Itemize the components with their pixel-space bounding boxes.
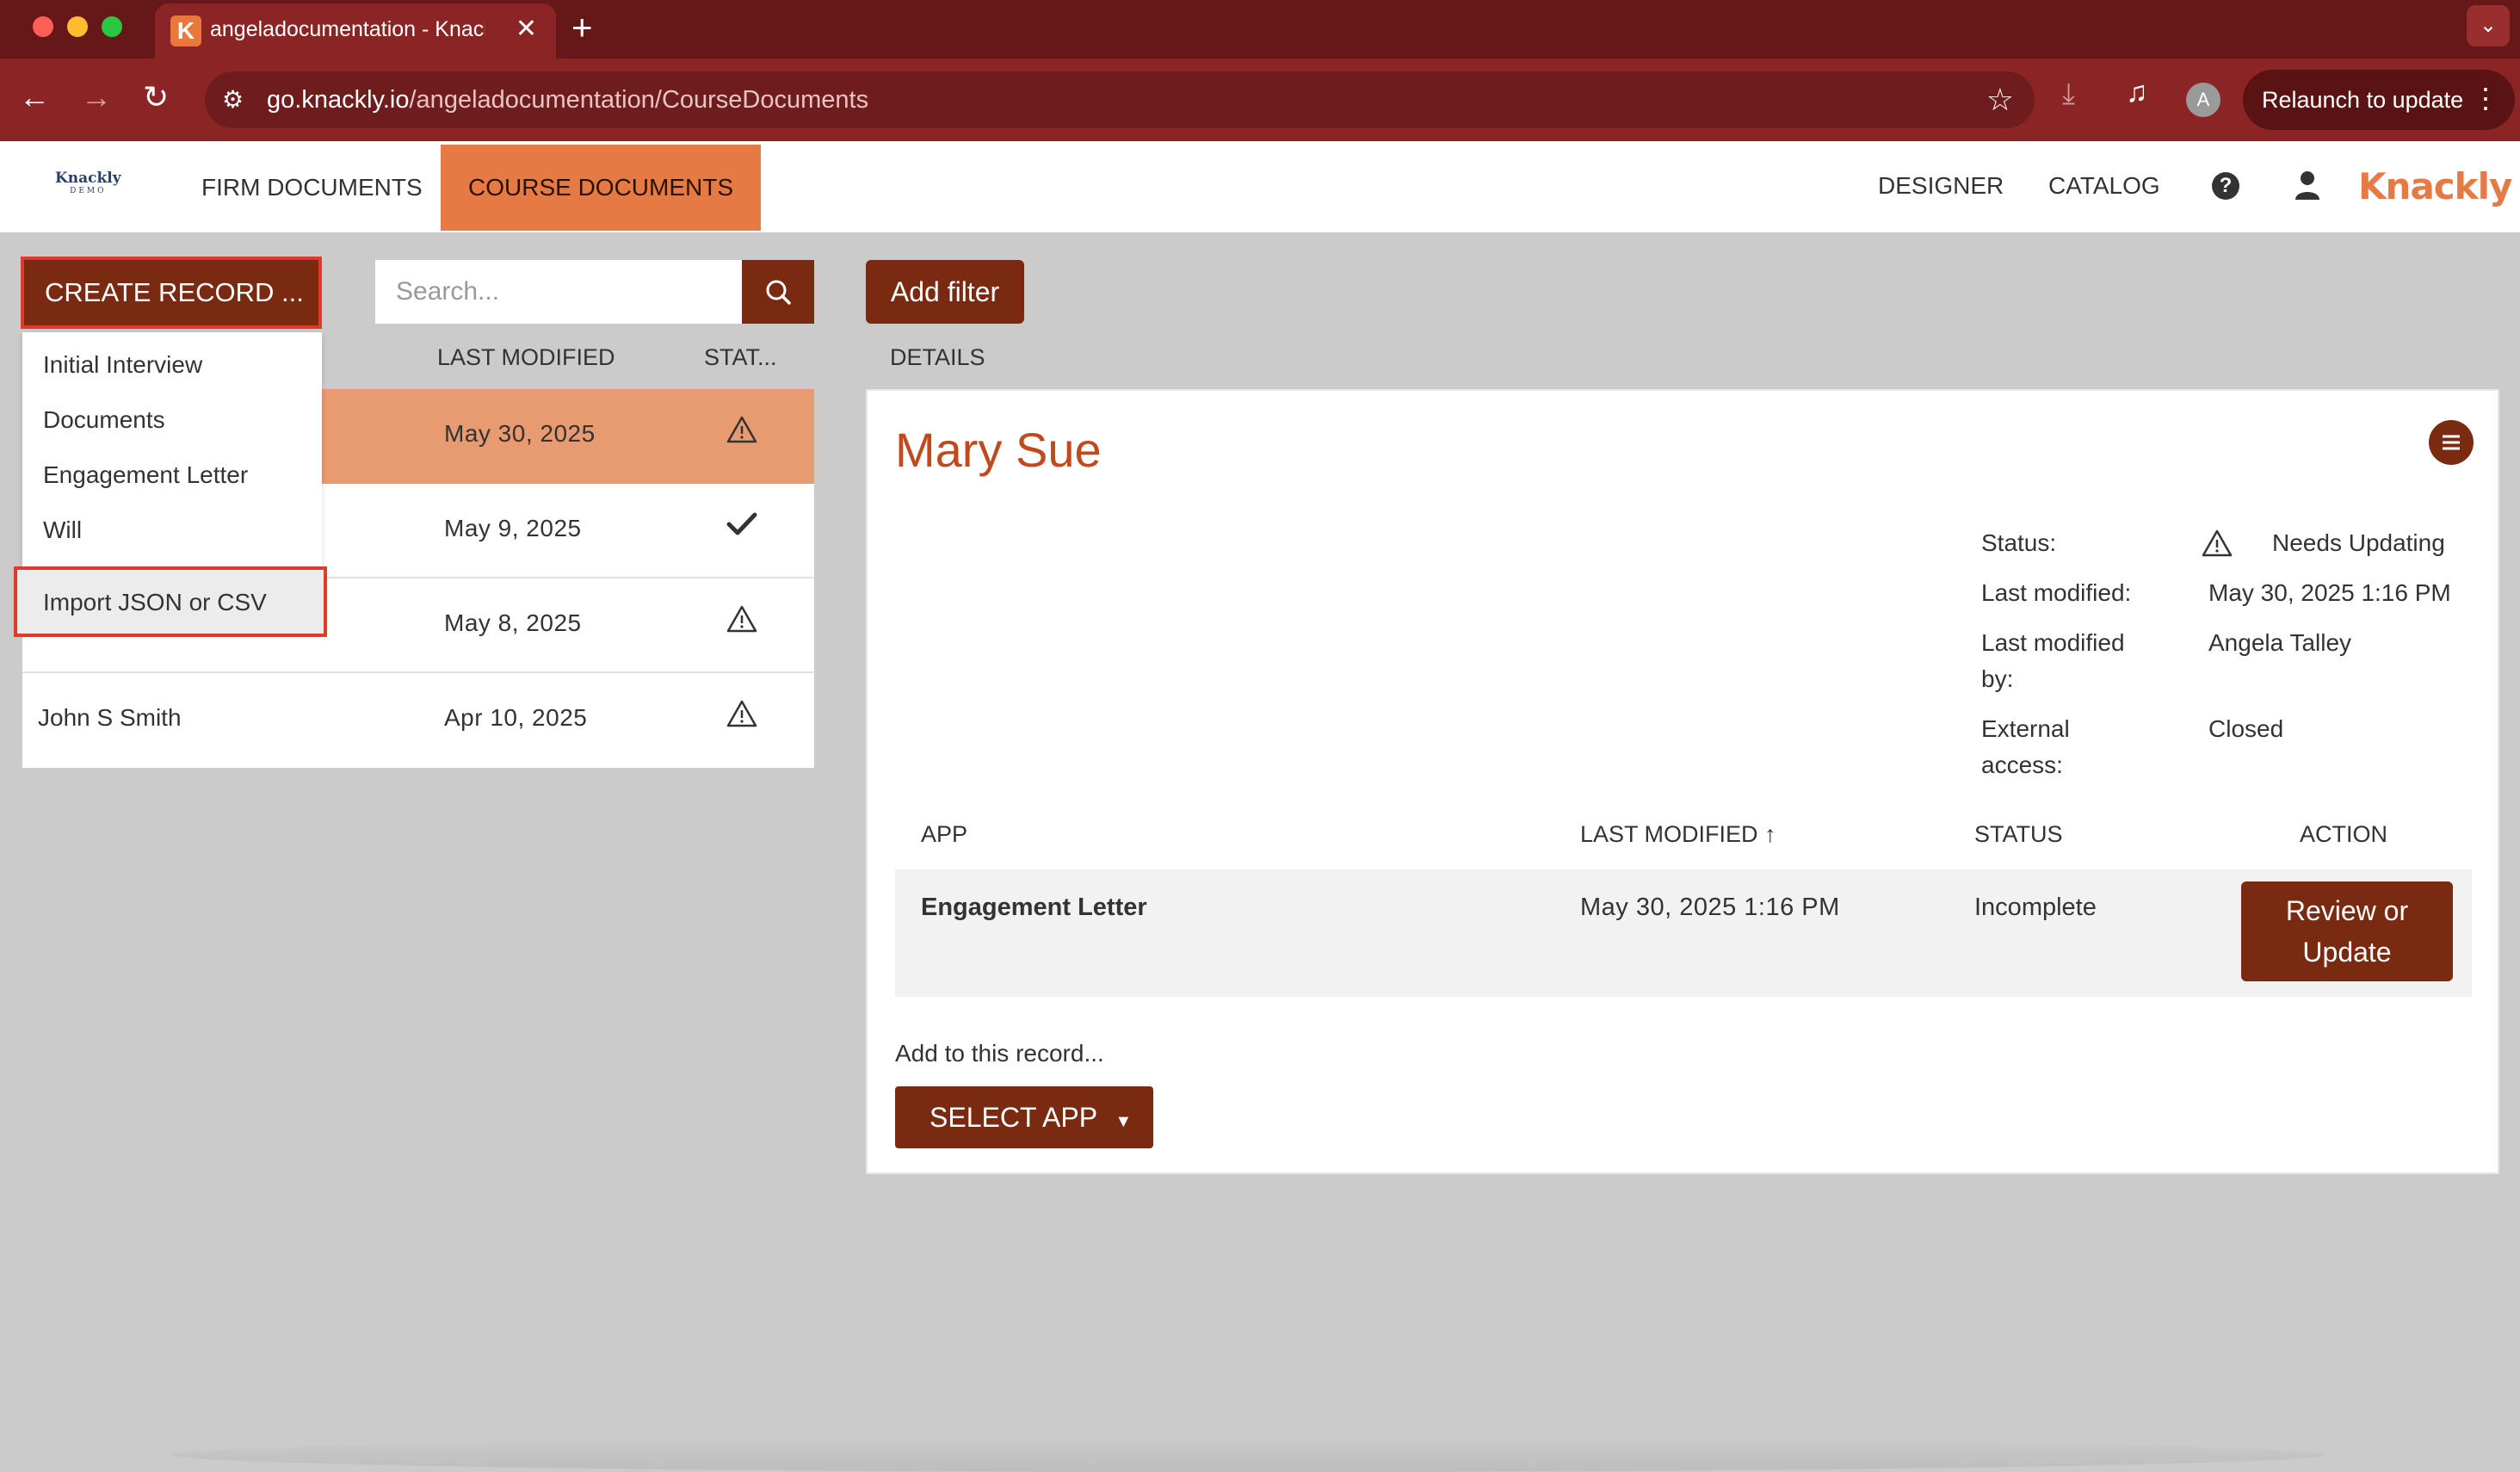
url-path: /angeladocumentation/CourseDocuments — [409, 86, 869, 114]
search-input[interactable] — [375, 260, 742, 324]
nav-catalog[interactable]: CATALOG — [2048, 172, 2160, 200]
forward-icon[interactable]: → — [81, 79, 112, 115]
url-domain: go.knackly.io — [267, 86, 410, 114]
download-icon[interactable]: ⤓ — [2062, 77, 2075, 111]
more-menu-icon[interactable]: ⋮ — [2472, 82, 2499, 114]
record-date: May 8, 2025 — [444, 609, 582, 636]
record-date: Apr 10, 2025 — [444, 704, 588, 731]
add-filter-button[interactable]: Add filter — [866, 260, 1024, 324]
bookmark-star-icon[interactable]: ☆ — [1986, 82, 2014, 118]
table-header-action: ACTION — [2300, 821, 2388, 847]
caret-down-icon: ▼ — [1115, 1112, 1133, 1131]
tab-course-documents[interactable]: COURSE DOCUMENTS — [441, 145, 762, 231]
menu-item-import-json-csv[interactable]: Import JSON or CSV — [14, 566, 327, 637]
record-name: John S Smith — [38, 704, 182, 731]
warning-icon — [726, 415, 757, 448]
browser-tab[interactable]: K angeladocumentation - Knackly ✕ — [155, 3, 556, 59]
sort-ascending-icon: ↑ — [1764, 821, 1776, 847]
knackly-brand-logo[interactable]: Knackly — [2358, 165, 2512, 207]
menu-item-engagement-letter[interactable]: Engagement Letter — [43, 461, 248, 489]
status-label: Status: — [1981, 529, 2057, 556]
company-logo[interactable]: Knackly DEMO — [55, 170, 121, 198]
table-row: Engagement Letter May 30, 2025 1:16 PM I… — [895, 869, 2472, 997]
external-access-value: Closed — [2208, 715, 2284, 742]
record-date: May 9, 2025 — [444, 515, 582, 541]
profile-avatar[interactable]: A — [2186, 83, 2220, 117]
user-icon[interactable] — [2295, 170, 2320, 204]
close-window-icon[interactable] — [33, 16, 53, 37]
column-header-status[interactable]: STAT... — [704, 344, 777, 371]
search-icon — [766, 280, 791, 305]
record-row[interactable]: John S Smith Apr 10, 2025 — [22, 673, 814, 768]
review-or-update-button[interactable]: Review or Update — [2241, 881, 2453, 981]
select-app-label: SELECT APP — [930, 1102, 1097, 1133]
record-date: May 30, 2025 — [444, 420, 596, 447]
hamburger-icon — [2443, 435, 2460, 450]
last-modified-by-value: Angela Talley — [2208, 629, 2352, 656]
close-tab-icon[interactable]: ✕ — [516, 14, 537, 44]
site-settings-icon[interactable]: ⚙ — [222, 85, 244, 114]
help-icon[interactable]: ? — [2212, 172, 2239, 200]
table-header-last-modified[interactable]: LAST MODIFIED ↑ — [1580, 821, 1776, 848]
app-name: Engagement Letter — [921, 894, 1147, 921]
relaunch-button[interactable]: Relaunch to update ⋮ — [2243, 70, 2515, 130]
add-to-record-label: Add to this record... — [895, 1040, 1104, 1067]
check-icon — [726, 510, 757, 543]
last-modified-by-label: Last modified by: — [1981, 629, 2125, 692]
page-bottom-shadow — [172, 1438, 2324, 1472]
reload-icon[interactable]: ↻ — [143, 79, 169, 115]
menu-item-import-label: Import JSON or CSV — [43, 589, 267, 615]
company-logo-text: Knackly — [55, 170, 121, 187]
tab-firm-documents[interactable]: FIRM DOCUMENTS — [174, 145, 450, 231]
menu-item-initial-interview[interactable]: Initial Interview — [43, 351, 202, 379]
search-button[interactable] — [742, 260, 814, 324]
table-header-app: APP — [921, 821, 968, 847]
external-access-label: External access: — [1981, 715, 2070, 778]
create-record-button[interactable]: CREATE RECORD ... — [21, 257, 322, 329]
warning-icon — [726, 699, 757, 733]
tab-title: angeladocumentation - Knackly — [210, 17, 485, 41]
column-header-last-modified[interactable]: LAST MODIFIED — [437, 344, 615, 371]
select-app-button[interactable]: SELECT APP ▼ — [895, 1086, 1153, 1148]
nav-designer[interactable]: DESIGNER — [1878, 172, 2004, 200]
minimize-window-icon[interactable] — [67, 16, 88, 37]
record-menu-button[interactable] — [2429, 420, 2474, 465]
new-tab-icon[interactable]: + — [571, 7, 593, 48]
menu-item-will[interactable]: Will — [43, 516, 82, 544]
warning-icon — [2202, 529, 2233, 568]
details-heading: DETAILS — [890, 344, 985, 370]
last-modified-label: Last modified: — [1981, 579, 2132, 606]
details-panel: Mary Sue Status: Needs Updating Last mod… — [866, 389, 2499, 1174]
relaunch-label: Relaunch to update — [2262, 87, 2464, 113]
company-logo-subtext: DEMO — [70, 187, 107, 195]
knackly-favicon-icon: K — [170, 15, 201, 46]
menu-item-documents[interactable]: Documents — [43, 406, 165, 434]
app-last-modified: May 30, 2025 1:16 PM — [1580, 894, 1840, 921]
last-modified-value: May 30, 2025 1:16 PM — [2208, 579, 2451, 606]
status-value: Needs Updating — [2272, 529, 2445, 556]
maximize-window-icon[interactable] — [102, 16, 122, 37]
url-text: go.knackly.io/angeladocumentation/Course… — [267, 86, 868, 114]
browser-tab-bar: K angeladocumentation - Knackly ✕ + ⌄ — [0, 0, 2520, 59]
warning-icon — [726, 604, 757, 638]
table-header-status: STATUS — [1974, 821, 2063, 847]
app-status: Incomplete — [1974, 894, 2097, 921]
table-header-last-modified-label: LAST MODIFIED — [1580, 821, 1758, 847]
app-header: Knackly DEMO FIRM DOCUMENTS COURSE DOCUM… — [0, 141, 2520, 232]
media-control-icon[interactable]: ♫ — [2126, 76, 2148, 109]
tab-search-icon[interactable]: ⌄ — [2467, 5, 2510, 46]
address-bar[interactable]: ⚙ go.knackly.io/angeladocumentation/Cour… — [205, 71, 2035, 128]
record-title: Mary Sue — [895, 423, 1102, 477]
back-icon[interactable]: ← — [19, 79, 50, 115]
browser-toolbar: ← → ↻ ⚙ go.knackly.io/angeladocumentatio… — [0, 59, 2520, 141]
